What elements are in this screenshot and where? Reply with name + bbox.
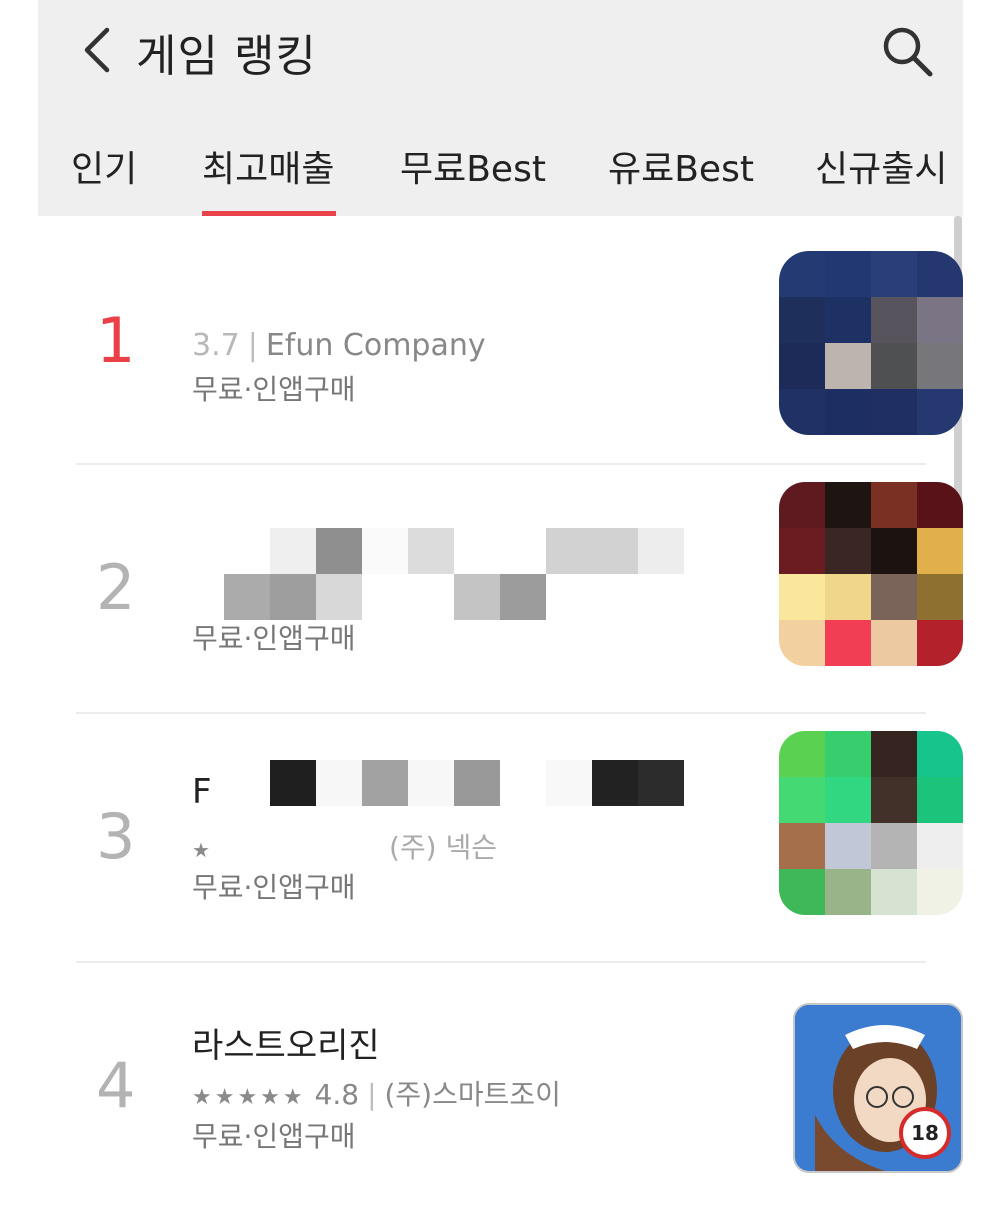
list-item[interactable]: 4 라스트오리진 ★★★★★ 4.8 | (주)스마트조이 무료·인앱구매 18 [76, 963, 963, 1212]
price-label: 무료·인앱구매 [192, 373, 356, 406]
list-item[interactable]: 3 F ★ (주) 넥슨 무료·인앱구매 [76, 714, 963, 963]
app-icon [779, 731, 963, 915]
rating-stars: ★★★★★ [192, 1085, 306, 1110]
list-item[interactable]: 1 3.7 | Efun Company 무료·인앱구매 [76, 216, 963, 465]
rank-number: 3 [96, 800, 136, 873]
rank-number: 1 [96, 304, 136, 377]
app-name: 라스트오리진 [192, 1026, 380, 1066]
page-title: 게임 랭킹 [136, 31, 317, 82]
app-icon: 18 [793, 1003, 963, 1173]
app-header: 게임 랭킹 인기 최고매출 무료Best 유료Best 신규출시 [38, 0, 963, 216]
tab-free-best[interactable]: 무료Best [400, 140, 546, 192]
developer-name: (주) 넥슨 [388, 831, 497, 864]
tab-new-release[interactable]: 신규출시 [815, 140, 945, 192]
app-name: F [192, 772, 212, 812]
tab-popular[interactable]: 인기 [71, 140, 137, 192]
back-arrow-icon[interactable] [73, 22, 123, 78]
search-icon[interactable] [880, 24, 934, 78]
app-meta: 3.7 | Efun Company [192, 328, 486, 363]
developer-name: Efun Company [265, 328, 486, 363]
app-meta: ★ (주) 넥슨 [192, 831, 497, 864]
tab-paid-best[interactable]: 유료Best [608, 140, 754, 192]
game-ranking-screen: 게임 랭킹 인기 최고매출 무료Best 유료Best 신규출시 1 3.7 | E… [38, 0, 963, 1176]
list-item[interactable]: 2 무료·인앱구매 [76, 465, 963, 714]
rank-number: 2 [96, 551, 136, 624]
price-label: 무료·인앱구매 [192, 622, 356, 655]
rating-value: 3.7 [192, 328, 240, 363]
tab-top-grossing[interactable]: 최고매출 [202, 140, 334, 192]
category-tabs: 인기 최고매출 무료Best 유료Best 신규출시 [38, 135, 963, 216]
age-rating-badge: 18 [899, 1107, 951, 1159]
price-label: 무료·인앱구매 [192, 1120, 356, 1153]
rank-number: 4 [96, 1049, 136, 1122]
app-meta: ★★★★★ 4.8 | (주)스마트조이 [192, 1078, 561, 1111]
developer-name: (주)스마트조이 [384, 1078, 561, 1111]
app-icon [779, 251, 963, 435]
app-icon [779, 482, 963, 666]
price-label: 무료·인앱구매 [192, 871, 356, 904]
rating-value: 4.8 [314, 1078, 360, 1111]
